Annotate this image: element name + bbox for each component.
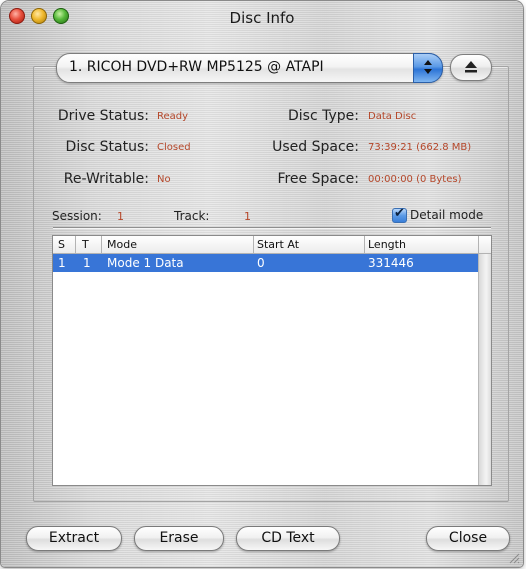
- column-header-s[interactable]: S: [58, 238, 65, 251]
- cell-session: 1: [58, 256, 66, 270]
- used-space-label: Used Space:: [272, 139, 359, 155]
- cell-mode: Mode 1 Data: [107, 256, 184, 270]
- disc-type-value: Data Disc: [368, 111, 417, 122]
- track-table[interactable]: S T Mode Start At Length 1 1 Mode 1 Data…: [52, 235, 492, 486]
- extract-button[interactable]: Extract: [26, 526, 122, 551]
- separator: [53, 227, 491, 229]
- popup-arrows-icon: [413, 53, 443, 83]
- device-popup[interactable]: 1. RICOH DVD+RW MP5125 @ ATAPI: [56, 53, 443, 83]
- free-space-value: 00:00:00 (0 Bytes): [368, 174, 462, 185]
- track-value: 1: [244, 210, 251, 223]
- device-popup-label: 1. RICOH DVD+RW MP5125 @ ATAPI: [69, 59, 324, 75]
- cell-length: 331446: [368, 256, 414, 270]
- used-space-value: 73:39:21 (662.8 MB): [368, 142, 472, 153]
- checkmark-icon: ✔: [394, 206, 405, 221]
- column-divider: [253, 236, 254, 253]
- free-space-label: Free Space:: [277, 171, 359, 187]
- column-header-length[interactable]: Length: [368, 238, 406, 251]
- chevron-up-icon: [424, 60, 432, 65]
- erase-button[interactable]: Erase: [134, 526, 224, 551]
- eject-button[interactable]: [450, 54, 492, 81]
- column-header-t[interactable]: T: [82, 238, 89, 251]
- rewritable-value: No: [157, 174, 171, 185]
- chevron-down-icon: [424, 69, 432, 74]
- column-header-start-at[interactable]: Start At: [257, 238, 299, 251]
- column-divider: [364, 236, 365, 253]
- close-button[interactable]: Close: [426, 526, 510, 551]
- rewritable-label: Re-Writable:: [63, 171, 149, 187]
- disc-type-label: Disc Type:: [288, 108, 359, 124]
- window-title: Disc Info: [229, 9, 295, 27]
- column-divider: [478, 236, 479, 253]
- detail-mode-label[interactable]: Detail mode: [410, 208, 483, 222]
- vertical-scrollbar[interactable]: [478, 254, 491, 485]
- detail-mode-checkbox[interactable]: ✔: [392, 206, 407, 223]
- drive-status-value: Ready: [157, 111, 189, 122]
- session-value: 1: [117, 210, 124, 223]
- title-bar[interactable]: Disc Info: [1, 1, 523, 35]
- cd-text-button[interactable]: CD Text: [236, 526, 340, 551]
- disc-info-window: Disc Info 1. RICOH DVD+RW MP5125 @ ATAPI…: [1, 1, 523, 567]
- column-header-mode[interactable]: Mode: [107, 238, 137, 251]
- cell-track: 1: [83, 256, 91, 270]
- cell-start-at: 0: [257, 256, 265, 270]
- disc-status-label: Disc Status:: [65, 139, 149, 155]
- table-header: S T Mode Start At Length: [53, 236, 491, 254]
- resize-grip-icon[interactable]: [508, 552, 520, 564]
- eject-icon: [465, 61, 477, 73]
- disc-status-value: Closed: [157, 142, 191, 153]
- drive-status-label: Drive Status:: [57, 108, 149, 124]
- session-label: Session:: [52, 209, 102, 223]
- track-label: Track:: [174, 209, 210, 223]
- column-divider: [101, 236, 102, 253]
- column-divider: [75, 236, 76, 253]
